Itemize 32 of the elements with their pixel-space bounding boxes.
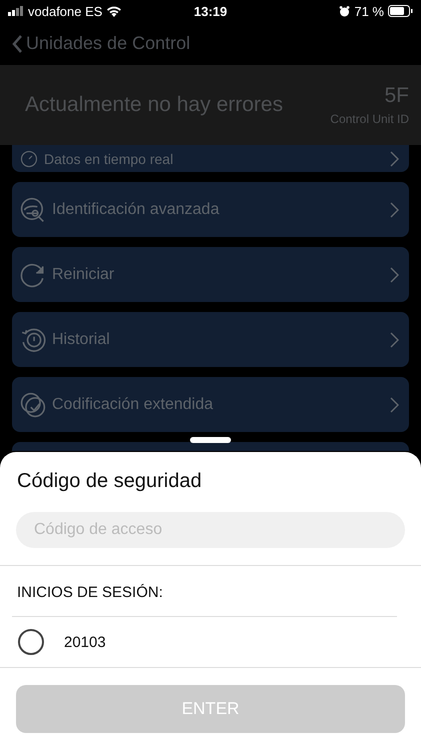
back-chevron-icon [12, 34, 23, 54]
chevron-icon [389, 266, 399, 282]
unit-id: 5F [384, 84, 409, 108]
chevron-icon [389, 396, 399, 412]
car-magnifier-icon [20, 196, 46, 222]
menu-item[interactable]: Reiniciar [12, 247, 409, 302]
signal-icon [8, 6, 24, 16]
check-circle-icon [20, 392, 46, 418]
carrier-name: vodafone ES [28, 4, 102, 18]
radio-button[interactable] [18, 629, 44, 655]
menu-item[interactable]: Datos en tiempo real [12, 145, 409, 172]
clock-time: 13:19 [194, 4, 228, 18]
gauge-icon [20, 150, 38, 168]
battery-percent: 71 % [354, 4, 384, 18]
error-status: Actualmente no hay errores [25, 93, 283, 117]
battery-icon [388, 5, 413, 17]
menu-item[interactable]: Historial [12, 312, 409, 367]
refresh-icon [20, 262, 46, 288]
wifi-icon [106, 5, 122, 17]
menu-item[interactable]: Identificación avanzada [12, 182, 409, 237]
login-option[interactable]: 20103 [0, 617, 421, 667]
menu-item[interactable]: Codificación extendida [12, 377, 409, 432]
sheet-handle[interactable] [190, 437, 231, 443]
alarm-icon [339, 6, 350, 16]
sheet-title: Código de seguridad [16, 469, 203, 494]
chevron-icon [389, 202, 399, 218]
history-icon [20, 326, 46, 352]
chevron-icon [389, 150, 399, 166]
back-button[interactable]: Unidades de Control [12, 33, 190, 54]
unit-id-label: Control Unit ID [330, 112, 409, 126]
logins-label: INICIOS DE SESIÓN: [16, 583, 164, 602]
chevron-icon [389, 332, 399, 348]
